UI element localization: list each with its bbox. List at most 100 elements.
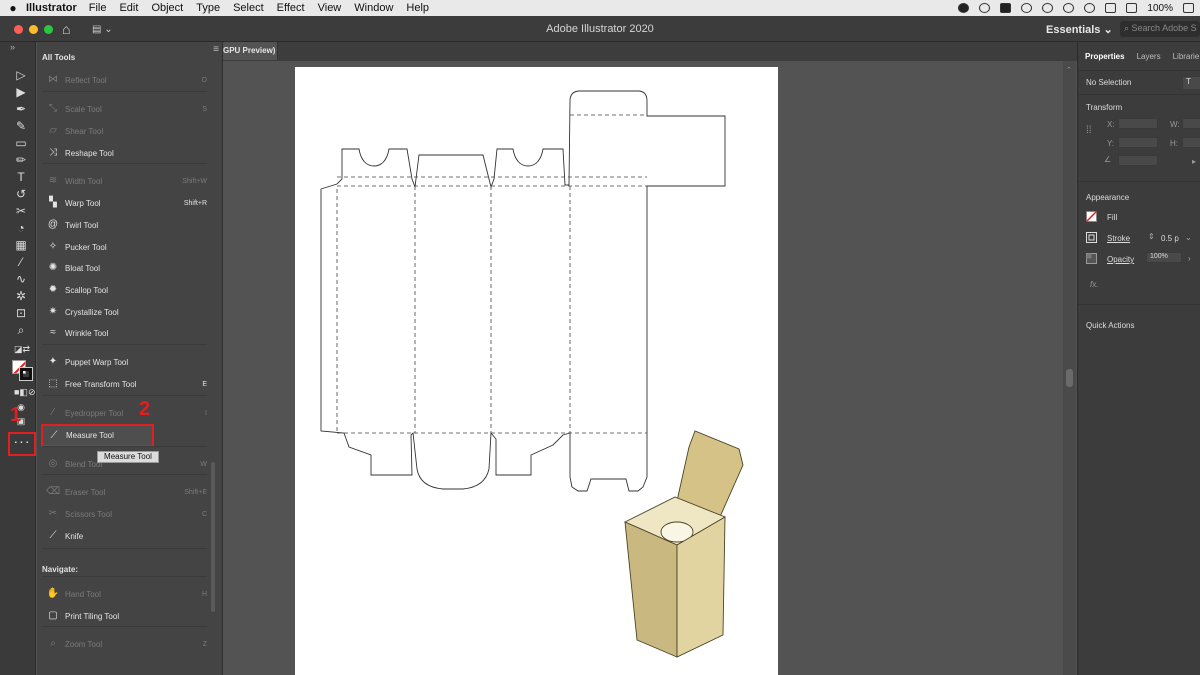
eyedropper-tool-icon[interactable]: ⁄	[14, 255, 28, 269]
tool-item-wrinkle-tool[interactable]: ≈ Wrinkle Tool	[42, 323, 207, 343]
scroll-up-icon[interactable]: ⌃	[1066, 66, 1072, 74]
document-tab[interactable]: GPU Preview)	[223, 42, 278, 60]
shape-builder-tool-icon[interactable]: ◔	[14, 221, 28, 235]
search-input[interactable]: ⌕ Search Adobe S	[1120, 21, 1200, 37]
airplay-icon[interactable]	[1105, 3, 1117, 13]
battery-icon[interactable]	[1183, 3, 1194, 13]
gradient-tool-icon[interactable]: ▦	[14, 238, 28, 252]
y-field[interactable]	[1118, 137, 1158, 148]
tab-libraries[interactable]: Librarie	[1173, 52, 1200, 68]
w-field[interactable]	[1182, 118, 1200, 129]
rotate-tool-icon[interactable]: ↺	[14, 187, 28, 201]
fill-stroke-swatches[interactable]	[12, 360, 34, 382]
zoom-tool-icon[interactable]: ⌕	[14, 323, 28, 337]
opacity-field[interactable]: 100%	[1146, 252, 1182, 263]
tool-item-eraser-tool[interactable]: ⌫ Eraser Tool Shift+E	[42, 482, 207, 502]
rotate-field[interactable]	[1118, 155, 1158, 166]
stroke-swatch[interactable]	[19, 367, 33, 381]
selection-tool-icon[interactable]: ▷	[14, 68, 28, 82]
x-field[interactable]	[1118, 118, 1158, 129]
box-3d-illustration	[623, 430, 744, 658]
stroke-stepper-icon[interactable]: ⇕	[1148, 232, 1155, 241]
tool-item-crystallize-tool[interactable]: ✷ Crystallize Tool	[42, 302, 207, 322]
direct-selection-tool-icon[interactable]: ▶	[14, 85, 28, 99]
tool-item-free-transform-tool[interactable]: ⬚ Free Transform Tool E	[42, 374, 207, 394]
stroke-icon[interactable]	[1086, 232, 1097, 243]
h-field[interactable]	[1182, 137, 1200, 148]
menu-view[interactable]: View	[318, 2, 342, 14]
tool-label: Free Transform Tool	[65, 379, 137, 389]
tool-item-warp-tool[interactable]: ▚ Warp Tool Shift+R	[42, 193, 207, 213]
swap-fill-stroke-icon[interactable]: ◪⇄	[14, 342, 30, 356]
blend-tool-icon[interactable]: ∿	[14, 272, 28, 286]
tool-item-measure-tool[interactable]: ⟋ Measure Tool	[41, 424, 154, 447]
box-dieline-artwork[interactable]	[295, 67, 778, 675]
creative-cloud-icon[interactable]	[979, 3, 991, 13]
tool-label: Reflect Tool	[65, 75, 107, 85]
opacity-arrow-icon[interactable]: ›	[1188, 254, 1191, 263]
workspace-switcher[interactable]: Essentials ⌄	[1046, 23, 1113, 36]
tool-item-scallop-tool[interactable]: ✹ Scallop Tool	[42, 280, 207, 300]
app-menu[interactable]: Illustrator	[26, 2, 77, 14]
scrollbar-thumb[interactable]	[1066, 369, 1073, 387]
tool-item-zoom-tool[interactable]: ⌕ Zoom Tool Z	[42, 634, 207, 654]
reference-point-icon[interactable]: ⁞⁞	[1086, 125, 1092, 136]
artboard-tool-icon[interactable]: ⊡	[14, 306, 28, 320]
record-icon[interactable]	[958, 3, 970, 13]
menu-help[interactable]: Help	[406, 2, 429, 14]
tool-item-pucker-tool[interactable]: ✧ Pucker Tool	[42, 237, 207, 257]
time-machine-icon[interactable]	[1042, 3, 1054, 13]
menu-edit[interactable]: Edit	[119, 2, 138, 14]
tool-item-puppet-warp-tool[interactable]: ✦ Puppet Warp Tool	[42, 352, 207, 372]
pen-tool-icon[interactable]: ✒	[14, 102, 28, 116]
wifi-icon[interactable]	[1084, 3, 1096, 13]
pencil-tool-icon[interactable]: ✏	[14, 153, 28, 167]
tab-layers[interactable]: Layers	[1137, 52, 1161, 68]
menu-file[interactable]: File	[89, 2, 107, 14]
tool-item-scissors-tool[interactable]: ✂ Scissors Tool C	[42, 504, 207, 524]
tool-item-scale-tool[interactable]: ⤡ Scale Tool S	[42, 99, 207, 119]
symbol-sprayer-tool-icon[interactable]: ✲	[14, 289, 28, 303]
tool-item-eyedropper-tool[interactable]: ⁄ Eyedropper Tool I	[42, 403, 207, 423]
volume-icon[interactable]	[1126, 3, 1138, 13]
tool-item-print-tiling-tool[interactable]: ▢ Print Tiling Tool	[42, 606, 207, 626]
tool-shortcut: I	[205, 409, 207, 417]
opacity-icon[interactable]	[1086, 253, 1097, 264]
menu-effect[interactable]: Effect	[277, 2, 305, 14]
tool-item-hand-tool[interactable]: ✋ Hand Tool H	[42, 584, 207, 604]
menu-type[interactable]: Type	[196, 2, 220, 14]
scissors-tool-icon[interactable]: ✂	[14, 204, 28, 218]
drawer-menu-icon[interactable]: ≡	[213, 44, 219, 55]
rectangle-tool-icon[interactable]: ▭	[14, 136, 28, 150]
color-mode-icons[interactable]: ■◧⊘	[14, 385, 35, 399]
menu-object[interactable]: Object	[151, 2, 183, 14]
fill-none-icon[interactable]	[1086, 211, 1097, 222]
edit-toolbar-button[interactable]: ···	[8, 432, 36, 456]
tool-item-knife[interactable]: ⟋ Knife	[42, 526, 207, 546]
fx-button[interactable]: fx.	[1090, 280, 1098, 289]
canvas-vertical-scrollbar[interactable]: ⌃	[1063, 61, 1076, 675]
tool-item-twirl-tool[interactable]: @ Twirl Tool	[42, 215, 207, 235]
tab-properties[interactable]: Properties	[1085, 52, 1125, 68]
cloud-icon[interactable]	[1021, 3, 1033, 13]
display-icon[interactable]	[1000, 3, 1012, 13]
tool-item-shear-tool[interactable]: ▱ Shear Tool	[42, 121, 207, 141]
menu-select[interactable]: Select	[233, 2, 264, 14]
stroke-dropdown-icon[interactable]: ⌄	[1185, 233, 1192, 242]
bluetooth-icon[interactable]	[1063, 3, 1075, 13]
curvature-tool-icon[interactable]: ✎	[14, 119, 28, 133]
flip-icon[interactable]: ▸	[1192, 157, 1196, 166]
tool-item-reflect-tool[interactable]: ⋈ Reflect Tool O	[42, 70, 207, 90]
collapse-panel-icon[interactable]: »	[10, 42, 15, 52]
stroke-weight-value[interactable]: 0.5 p	[1161, 234, 1179, 243]
tool-item-width-tool[interactable]: ≋ Width Tool Shift+W	[42, 171, 207, 191]
stroke-label[interactable]: Stroke	[1107, 234, 1130, 243]
all-tools-scrollbar[interactable]	[211, 462, 215, 612]
menu-window[interactable]: Window	[354, 2, 393, 14]
opacity-label[interactable]: Opacity	[1107, 255, 1134, 264]
type-tool-icon[interactable]: T	[14, 170, 28, 184]
apple-menu-icon[interactable]: ●	[0, 1, 26, 15]
document-setup-button[interactable]: T	[1182, 76, 1200, 90]
tool-item-reshape-tool[interactable]: ⤨ Reshape Tool	[42, 143, 207, 163]
tool-item-bloat-tool[interactable]: ✺ Bloat Tool	[42, 258, 207, 278]
